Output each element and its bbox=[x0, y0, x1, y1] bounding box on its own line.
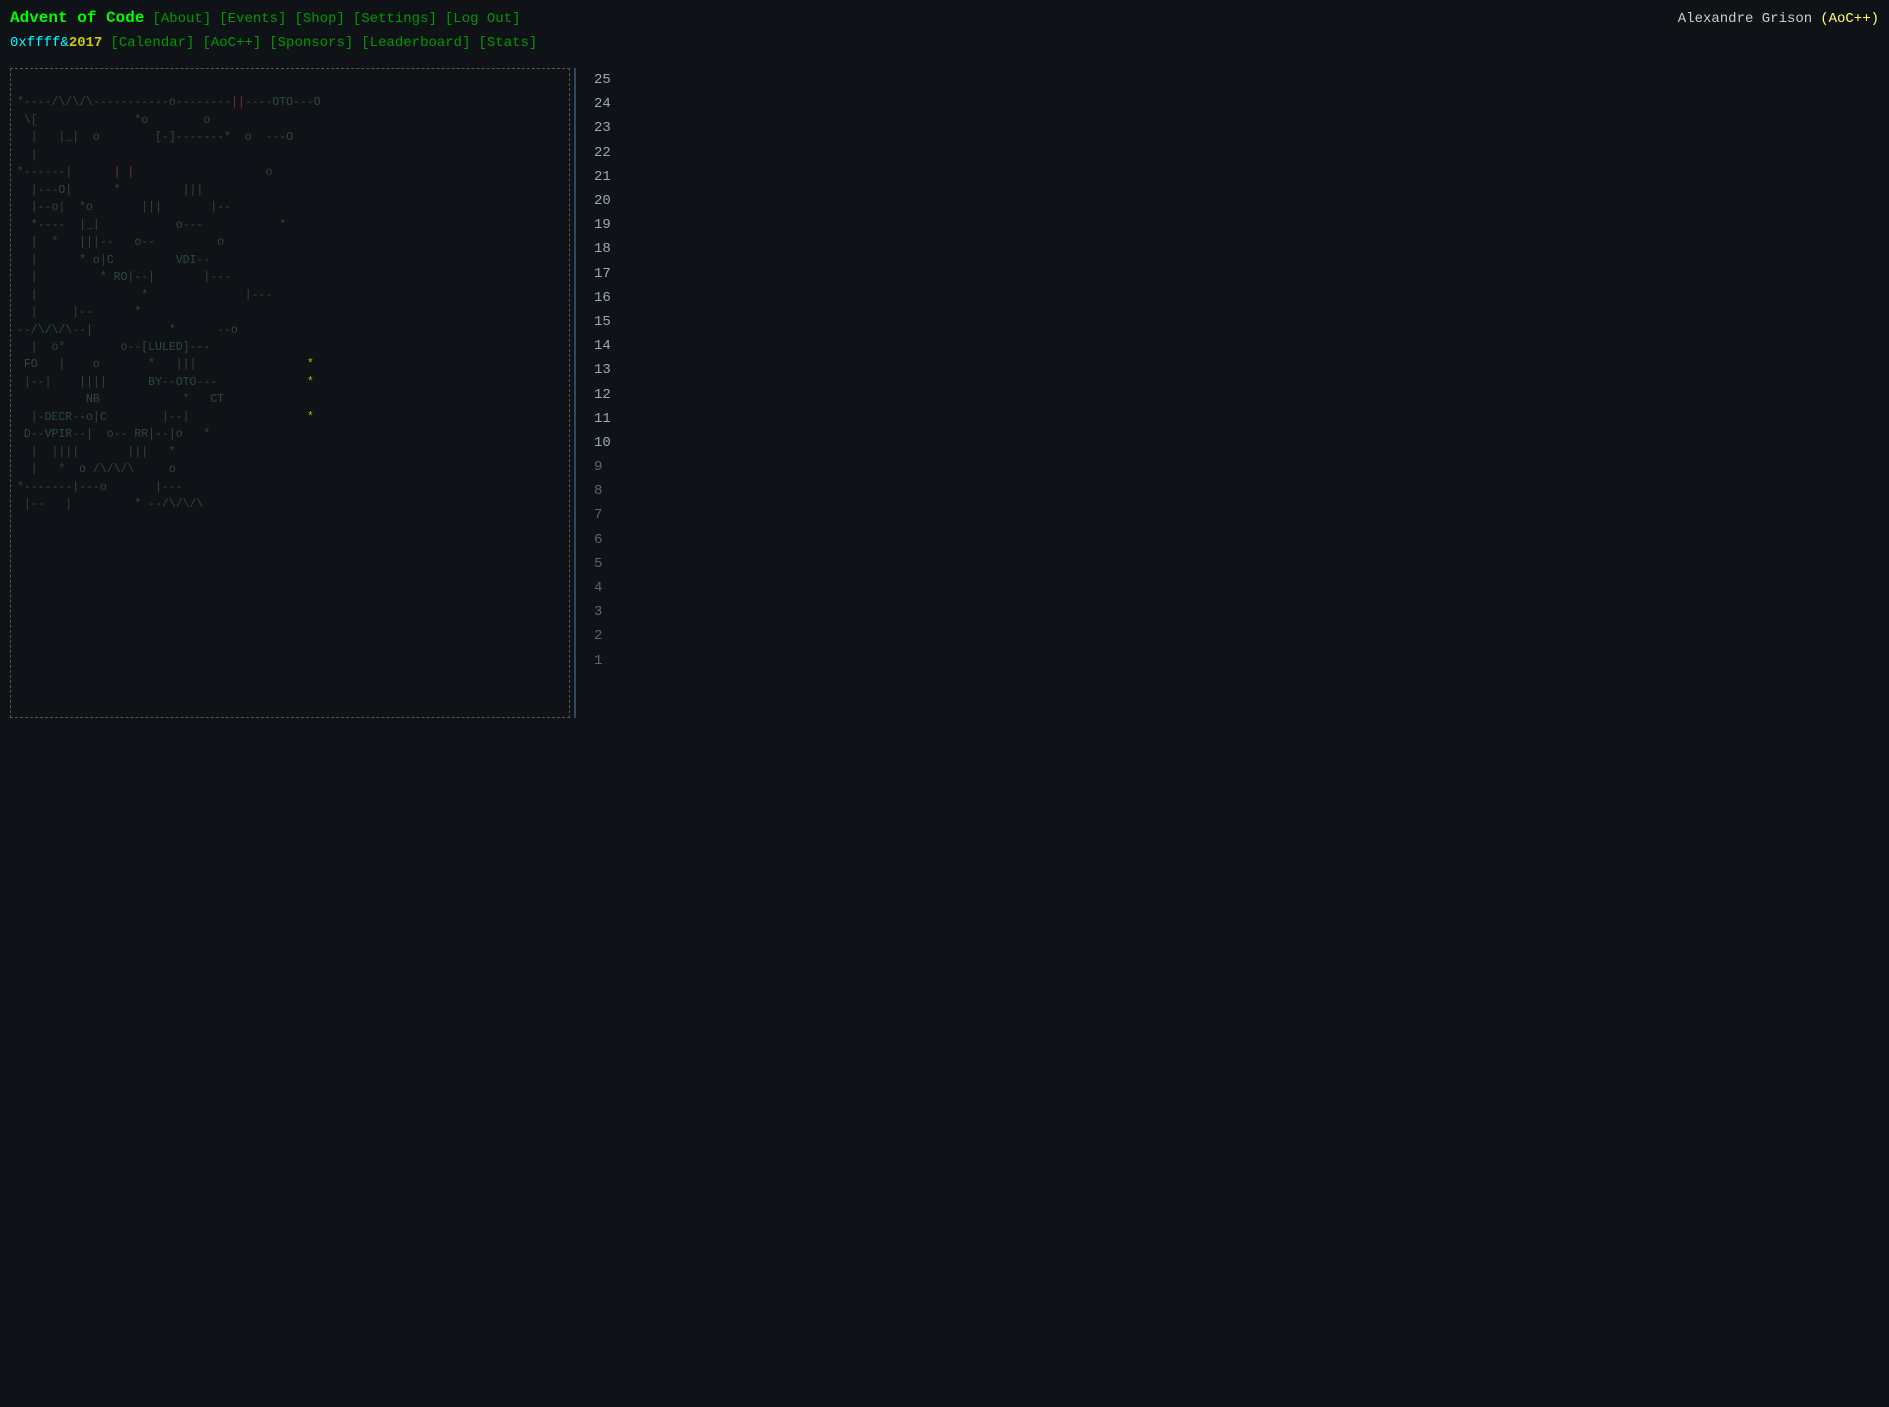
day-21[interactable]: 21 bbox=[586, 165, 619, 189]
day-18[interactable]: 18 bbox=[586, 237, 619, 261]
nav-shop[interactable]: [Shop] bbox=[294, 8, 344, 30]
day-16[interactable]: 16 bbox=[586, 286, 619, 310]
day-6[interactable]: 6 bbox=[586, 528, 619, 552]
nav-logout[interactable]: [Log Out] bbox=[445, 8, 521, 30]
day-13[interactable]: 13 bbox=[586, 358, 619, 382]
day-3[interactable]: 3 bbox=[586, 600, 619, 624]
day-9[interactable]: 9 bbox=[586, 455, 619, 479]
nav-aocpp[interactable]: [AoC++] bbox=[202, 32, 261, 54]
day-23[interactable]: 23 bbox=[586, 116, 619, 140]
nav-about[interactable]: [About] bbox=[152, 8, 211, 30]
day-4[interactable]: 4 bbox=[586, 576, 619, 600]
nav-events[interactable]: [Events] bbox=[219, 8, 286, 30]
day-10[interactable]: 10 bbox=[586, 431, 619, 455]
user-name: Alexandre Grison bbox=[1678, 8, 1812, 30]
day-19[interactable]: 19 bbox=[586, 213, 619, 237]
day-1[interactable]: 1 bbox=[586, 648, 619, 672]
nav-settings[interactable]: [Settings] bbox=[353, 8, 437, 30]
day-17[interactable]: 17 bbox=[586, 261, 619, 285]
day-24[interactable]: 24 bbox=[586, 92, 619, 116]
day-numbers: 25 24 23 22 21 20 19 18 17 16 15 14 13 1… bbox=[574, 68, 619, 718]
day-7[interactable]: 7 bbox=[586, 503, 619, 527]
day-8[interactable]: 8 bbox=[586, 479, 619, 503]
day-12[interactable]: 12 bbox=[586, 382, 619, 406]
nav-leaderboard[interactable]: [Leaderboard] bbox=[361, 32, 470, 54]
calendar-area: *----/\/\/\-----------o--------||----OTO… bbox=[10, 68, 570, 718]
main-content: *----/\/\/\-----------o--------||----OTO… bbox=[0, 58, 1889, 728]
day-25[interactable]: 25 bbox=[586, 68, 619, 92]
day-22[interactable]: 22 bbox=[586, 141, 619, 165]
nav-sponsors[interactable]: [Sponsors] bbox=[269, 32, 353, 54]
hex-prefix: 0xffff&2017 bbox=[10, 32, 102, 54]
day-11[interactable]: 11 bbox=[586, 407, 619, 431]
day-2[interactable]: 2 bbox=[586, 624, 619, 648]
day-15[interactable]: 15 bbox=[586, 310, 619, 334]
day-5[interactable]: 5 bbox=[586, 552, 619, 576]
calendar-art: *----/\/\/\-----------o--------||----OTO… bbox=[17, 77, 563, 531]
day-14[interactable]: 14 bbox=[586, 334, 619, 358]
nav-calendar[interactable]: [Calendar] bbox=[110, 32, 194, 54]
nav-stats[interactable]: [Stats] bbox=[478, 32, 537, 54]
site-title[interactable]: Advent of Code bbox=[10, 6, 144, 32]
user-badge: (AoC++) bbox=[1820, 8, 1879, 30]
day-20[interactable]: 20 bbox=[586, 189, 619, 213]
